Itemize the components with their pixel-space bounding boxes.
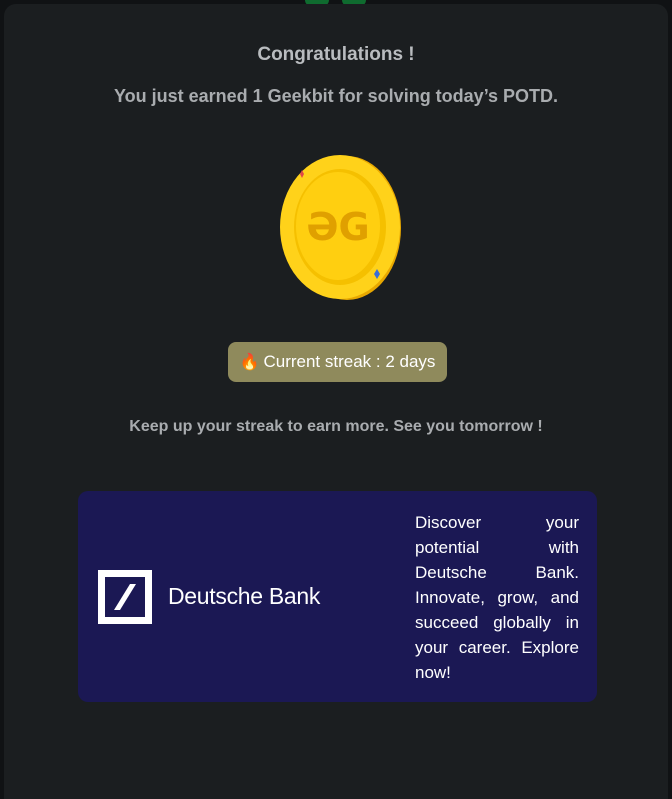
ad-description: Discover your potential with Deutsche Ba… bbox=[415, 513, 579, 682]
deutsche-bank-logo bbox=[98, 570, 152, 624]
streak-label: Current streak : 2 days bbox=[263, 352, 436, 371]
modal-title: Congratulations ! bbox=[257, 44, 415, 65]
svg-text:ƏG: ƏG bbox=[306, 205, 369, 249]
fire-icon: 🔥 bbox=[239, 354, 260, 371]
modal-subtitle: You just earned 1 Geekbit for solving to… bbox=[113, 86, 559, 106]
reward-modal: Congratulations ! You just earned 1 Geek… bbox=[4, 4, 668, 799]
current-streak-badge: 🔥 Current streak : 2 days bbox=[228, 342, 447, 382]
geekbit-coin-icon: ƏG bbox=[280, 155, 401, 300]
streak-message: Keep up your streak to earn more. See yo… bbox=[129, 418, 543, 435]
ad-brand-name: Deutsche Bank bbox=[168, 583, 321, 609]
deutsche-bank-ad-banner[interactable]: Deutsche Bank Discover your potential wi… bbox=[78, 491, 597, 702]
